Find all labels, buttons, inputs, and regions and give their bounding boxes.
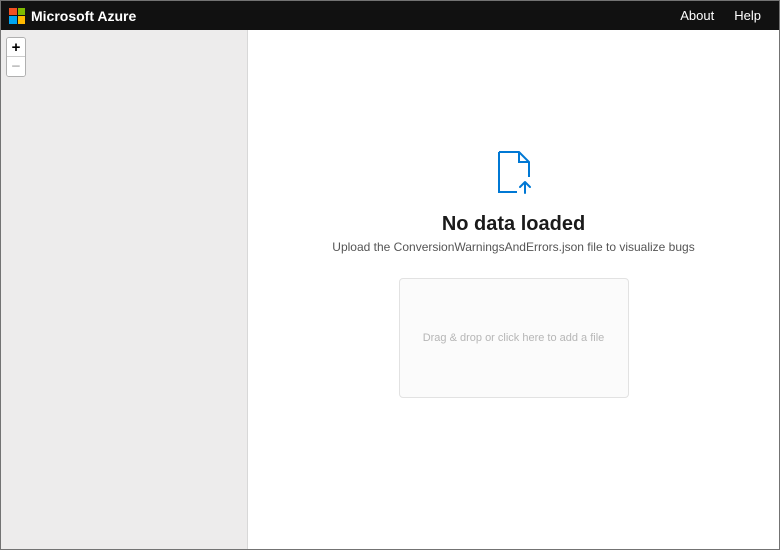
zoom-control: + −	[6, 37, 26, 77]
zoom-in-button[interactable]: +	[7, 38, 25, 57]
empty-state-heading: No data loaded	[442, 213, 585, 236]
help-link[interactable]: Help	[724, 8, 771, 23]
upload-file-icon	[495, 150, 533, 199]
dropzone-text: Drag & drop or click here to add a file	[423, 332, 605, 344]
empty-state-subtext: Upload the ConversionWarningsAndErrors.j…	[332, 240, 694, 254]
about-link[interactable]: About	[670, 8, 724, 23]
microsoft-logo-icon	[9, 8, 25, 24]
file-dropzone[interactable]: Drag & drop or click here to add a file	[399, 278, 629, 398]
topbar: Microsoft Azure About Help	[1, 1, 779, 30]
brand-text: Microsoft Azure	[31, 8, 136, 24]
brand: Microsoft Azure	[9, 8, 136, 24]
zoom-out-button: −	[7, 57, 25, 76]
main-content: No data loaded Upload the ConversionWarn…	[248, 30, 779, 549]
sidebar-map-panel: + −	[1, 30, 248, 549]
